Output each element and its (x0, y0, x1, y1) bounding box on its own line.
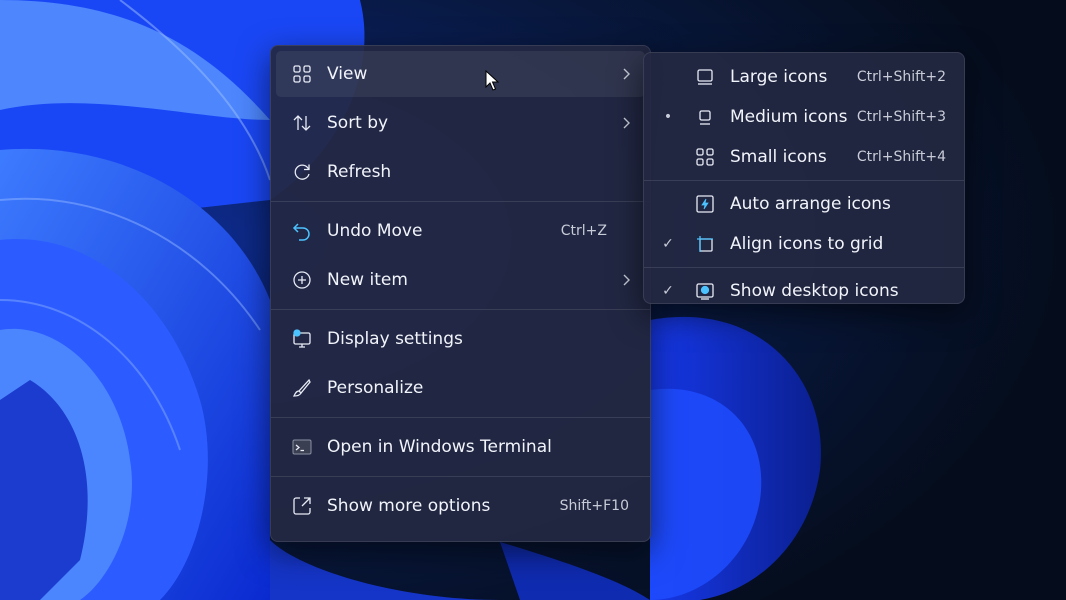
align-grid-icon (697, 236, 713, 252)
menu-item-personalize[interactable]: Personalize (276, 365, 645, 411)
shortcut-text: Ctrl+Shift+3 (856, 109, 946, 125)
menu-item-show-more-options[interactable]: Show more options Shift+F10 (276, 483, 645, 529)
submenu-item-label: Align icons to grid (730, 234, 884, 254)
terminal-icon (292, 439, 312, 455)
menu-item-sort-by[interactable]: Sort by (276, 100, 645, 146)
submenu-item-small-icons[interactable]: Small icons Ctrl+Shift+4 (644, 137, 964, 177)
menu-separator (271, 309, 650, 310)
show-desktop-icon (696, 283, 714, 300)
submenu-item-label: Show desktop icons (730, 281, 899, 301)
submenu-item-medium-icons[interactable]: • Medium icons Ctrl+Shift+3 (644, 97, 964, 137)
menu-item-label: Undo Move (327, 221, 423, 241)
menu-item-label: Show more options (327, 496, 491, 516)
view-submenu: Large icons Ctrl+Shift+2 • Medium icons … (643, 52, 965, 304)
menu-separator (271, 417, 650, 418)
small-icons-icon (696, 148, 714, 166)
submenu-item-auto-arrange[interactable]: Auto arrange icons (644, 184, 964, 224)
sort-arrows-icon (293, 115, 311, 131)
menu-item-label: Display settings (327, 329, 463, 349)
shortcut-text: Ctrl+Shift+4 (856, 149, 946, 165)
submenu-item-label: Medium icons (730, 107, 848, 127)
chevron-right-icon (623, 117, 630, 129)
submenu-item-large-icons[interactable]: Large icons Ctrl+Shift+2 (644, 57, 964, 97)
expand-icon (293, 497, 311, 515)
menu-item-label: Refresh (327, 162, 392, 182)
menu-item-label: New item (327, 270, 408, 290)
menu-item-view[interactable]: View (276, 51, 645, 97)
menu-item-display-settings[interactable]: Display settings (276, 316, 645, 362)
submenu-item-show-desktop-icons[interactable]: ✓ Show desktop icons (644, 271, 964, 311)
auto-arrange-icon (696, 195, 714, 213)
shortcut-text: Ctrl+Z (560, 223, 607, 239)
medium-icons-icon (699, 110, 711, 125)
menu-item-refresh[interactable]: Refresh (276, 149, 645, 195)
chevron-right-icon (623, 274, 630, 286)
checkmark-icon: ✓ (662, 236, 674, 252)
menu-separator (644, 267, 964, 268)
shortcut-text: Ctrl+Shift+2 (856, 69, 946, 85)
menu-separator (271, 201, 650, 202)
large-icons-icon (697, 69, 713, 85)
menu-separator (271, 476, 650, 477)
shortcut-text: Shift+F10 (559, 498, 629, 514)
undo-icon (292, 223, 310, 241)
submenu-item-align-to-grid[interactable]: ✓ Align icons to grid (644, 224, 964, 264)
menu-item-new-item[interactable]: New item (276, 257, 645, 303)
plus-circle-icon (293, 271, 311, 289)
mouse-pointer-icon (485, 70, 499, 91)
menu-item-open-terminal[interactable]: Open in Windows Terminal (276, 424, 645, 470)
menu-item-undo-move[interactable]: Undo Move Ctrl+Z (276, 208, 645, 254)
grid-icon (293, 65, 311, 83)
desktop-context-menu: View Sort by Refresh Undo Move Ctrl+Z Ne… (270, 45, 651, 542)
menu-item-label: Personalize (327, 378, 424, 398)
menu-item-label: View (327, 64, 368, 84)
menu-item-label: Open in Windows Terminal (327, 437, 552, 457)
monitor-gear-icon (293, 329, 311, 348)
submenu-item-label: Small icons (730, 147, 827, 167)
selected-dot-icon: • (663, 109, 673, 125)
submenu-item-label: Auto arrange icons (730, 194, 891, 214)
menu-item-label: Sort by (327, 113, 389, 133)
brush-icon (292, 378, 311, 397)
menu-separator (644, 180, 964, 181)
refresh-icon (294, 164, 310, 180)
submenu-item-label: Large icons (730, 67, 828, 87)
chevron-right-icon (623, 68, 630, 80)
checkmark-icon: ✓ (662, 283, 674, 299)
